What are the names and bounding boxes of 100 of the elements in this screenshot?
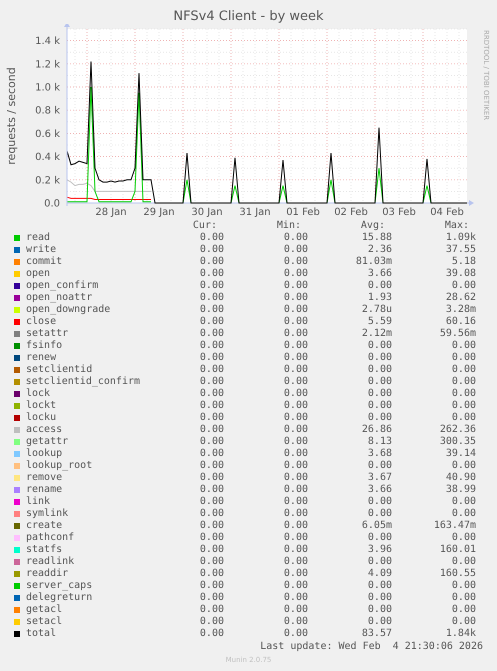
series-name: remove <box>26 472 62 484</box>
series-name: read <box>26 232 50 244</box>
legend-value: 0.00 <box>452 556 476 568</box>
series-name: delegreturn <box>26 592 92 604</box>
legend-value: 262.36 <box>440 424 476 436</box>
legend-value: 300.35 <box>440 436 476 448</box>
legend-value: 0.00 <box>368 340 392 352</box>
series-name: locku <box>26 412 56 424</box>
tick-label: 28 Jan <box>95 207 127 218</box>
legend-value: 0.00 <box>368 592 392 604</box>
legend-value: 40.90 <box>446 472 476 484</box>
legend-value: 3.66 <box>368 268 392 280</box>
tick-label: 0.8 k <box>35 106 60 117</box>
legend-value: 0.00 <box>368 400 392 412</box>
legend-value: 15.88 <box>362 232 392 244</box>
legend-value: 0.00 <box>200 316 224 328</box>
series-name: fsinfo <box>26 340 62 352</box>
legend-value: 5.59 <box>368 316 392 328</box>
legend-value: 26.86 <box>362 424 392 436</box>
legend-value: 160.55 <box>440 568 476 580</box>
series-name: lock <box>26 388 50 400</box>
tick-label: 30 Jan <box>191 207 223 218</box>
legend-value: 0.00 <box>200 460 224 472</box>
series-name: commit <box>26 256 62 268</box>
legend-value: 0.00 <box>200 520 224 532</box>
legend-value: 3.66 <box>368 484 392 496</box>
legend-value: 0.00 <box>284 364 308 376</box>
legend-value: 163.47m <box>434 520 476 532</box>
legend-value: 38.99 <box>446 484 476 496</box>
legend-value: 2.36 <box>368 244 392 256</box>
legend-value: 0.00 <box>368 280 392 292</box>
legend-value: 0.00 <box>452 388 476 400</box>
legend-value: 28.62 <box>446 292 476 304</box>
legend-value: 0.00 <box>452 580 476 592</box>
series-name: lookup_root <box>26 460 92 472</box>
series-name: setacl <box>26 616 62 628</box>
legend-value: 0.00 <box>284 484 308 496</box>
legend-value: 0.00 <box>368 496 392 508</box>
legend-value: 0.00 <box>284 316 308 328</box>
series-name: open_noattr <box>26 292 92 304</box>
legend-value: 0.00 <box>200 352 224 364</box>
legend-value: 0.00 <box>284 556 308 568</box>
axis-label: requests / second <box>5 67 18 165</box>
last-update-text: Last update: Wed Feb 4 21:30:06 2026 <box>260 641 483 653</box>
legend-value: 0.00 <box>284 376 308 388</box>
legend-value: 0.00 <box>200 256 224 268</box>
legend-value: 0.00 <box>284 292 308 304</box>
legend-value: 0.00 <box>452 604 476 616</box>
legend-value: 0.00 <box>200 304 224 316</box>
series-name: open <box>26 268 50 280</box>
legend-value: 160.01 <box>440 544 476 556</box>
legend-value: 0.00 <box>200 280 224 292</box>
legend-value: 0.00 <box>284 388 308 400</box>
series-name: setattr <box>26 328 68 340</box>
series-name: total <box>26 628 56 640</box>
legend-value: 0.00 <box>200 412 224 424</box>
legend-value: 1.84k <box>446 628 476 640</box>
series-name: open_downgrade <box>26 304 110 316</box>
legend-value: 0.00 <box>200 616 224 628</box>
legend-value: 0.00 <box>200 532 224 544</box>
series-name: close <box>26 316 56 328</box>
legend-value: 0.00 <box>200 580 224 592</box>
series-name: open_confirm <box>26 280 98 292</box>
legend-value: 0.00 <box>368 460 392 472</box>
legend-value: 1.93 <box>368 292 392 304</box>
legend-value: 0.00 <box>368 364 392 376</box>
legend-value: 0.00 <box>284 616 308 628</box>
legend-value: 0.00 <box>368 412 392 424</box>
legend-value: 0.00 <box>284 460 308 472</box>
series-name: rename <box>26 484 62 496</box>
legend-value: 0.00 <box>452 280 476 292</box>
legend-value: 0.00 <box>452 460 476 472</box>
column-header: Cur: <box>192 220 217 232</box>
tick-label: 0.0 <box>44 198 60 210</box>
series-name: getacl <box>26 604 62 616</box>
legend-value: 0.00 <box>452 376 476 388</box>
legend-value: 0.00 <box>284 232 308 244</box>
series-name: readdir <box>26 568 68 580</box>
tick-label: 03 Feb <box>382 207 416 218</box>
legend-value: 0.00 <box>284 424 308 436</box>
legend-value: 0.00 <box>284 412 308 424</box>
tick-label: 31 Jan <box>239 207 271 218</box>
legend-value: 0.00 <box>452 412 476 424</box>
legend-value: 0.00 <box>200 328 224 340</box>
legend-value: 81.03m <box>356 256 392 268</box>
legend-value: 0.00 <box>200 568 224 580</box>
legend-value: 0.00 <box>200 244 224 256</box>
legend-value: 0.00 <box>200 592 224 604</box>
series-name: statfs <box>26 544 62 556</box>
legend-value: 0.00 <box>200 484 224 496</box>
legend-value: 5.18 <box>452 256 476 268</box>
legend-value: 0.00 <box>200 268 224 280</box>
legend-value: 0.00 <box>200 556 224 568</box>
legend-value: 0.00 <box>200 340 224 352</box>
series-name: setclientid_confirm <box>26 376 140 388</box>
series-name: lookup <box>26 448 62 460</box>
legend-value: 0.00 <box>200 400 224 412</box>
legend-value: 0.00 <box>368 508 392 520</box>
legend-value: 0.00 <box>284 532 308 544</box>
legend-value: 0.00 <box>368 604 392 616</box>
